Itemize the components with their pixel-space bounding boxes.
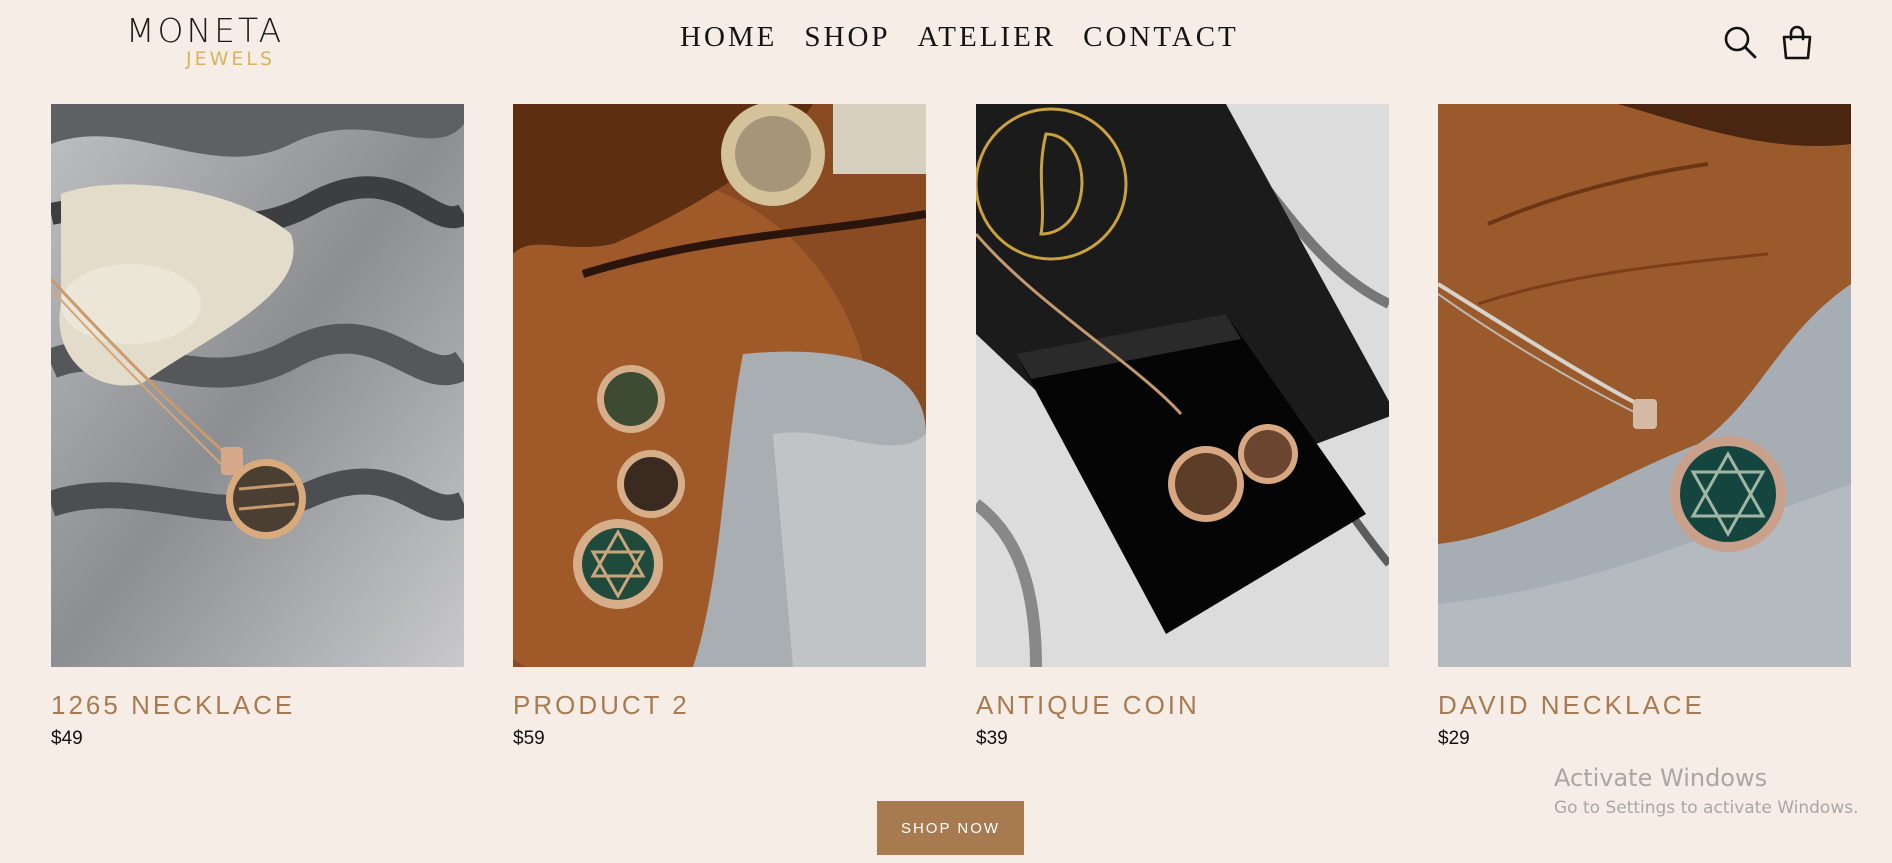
search-icon[interactable] [1722, 24, 1758, 60]
product-name[interactable]: ANTIQUE COIN [976, 691, 1389, 720]
nav-item-home[interactable]: HOME [680, 21, 777, 54]
nav-item-shop[interactable]: SHOP [804, 21, 890, 54]
nav-item-atelier[interactable]: ATELIER [918, 21, 1057, 54]
product-image[interactable] [976, 104, 1389, 667]
brand-tagline: JEWELS [186, 48, 276, 70]
product-card[interactable]: DAVID NECKLACE $29 [1438, 104, 1851, 750]
product-card[interactable]: ANTIQUE COIN $39 [976, 104, 1389, 750]
product-name[interactable]: PRODUCT 2 [513, 691, 926, 720]
shop-now-button[interactable]: SHOP NOW [877, 801, 1024, 855]
activation-subtitle: Go to Settings to activate Windows. [1554, 798, 1859, 818]
shopping-bag-icon[interactable] [1779, 24, 1815, 60]
product-price: $49 [51, 727, 83, 749]
nav-item-contact[interactable]: CONTACT [1083, 21, 1239, 54]
brand-name: MONETA [126, 11, 285, 50]
brand-logo[interactable]: MONETA JEWELS [126, 14, 286, 74]
product-price: $29 [1438, 727, 1470, 749]
product-card[interactable]: PRODUCT 2 $59 [513, 104, 926, 750]
activation-title: Activate Windows [1554, 764, 1768, 792]
product-name[interactable]: DAVID NECKLACE [1438, 691, 1851, 720]
site-header: MONETA JEWELS HOME SHOP ATELIER CONTACT [0, 0, 1892, 90]
windows-activation-watermark: Activate Windows Go to Settings to activ… [1554, 764, 1859, 818]
product-price: $39 [976, 727, 1008, 749]
product-name[interactable]: 1265 NECKLACE [51, 691, 464, 720]
main-nav: HOME SHOP ATELIER CONTACT [680, 21, 1266, 54]
product-image[interactable] [1438, 104, 1851, 667]
product-image[interactable] [513, 104, 926, 667]
product-card[interactable]: 1265 NECKLACE $49 [51, 104, 464, 750]
product-price: $59 [513, 727, 545, 749]
product-image[interactable] [51, 104, 464, 667]
